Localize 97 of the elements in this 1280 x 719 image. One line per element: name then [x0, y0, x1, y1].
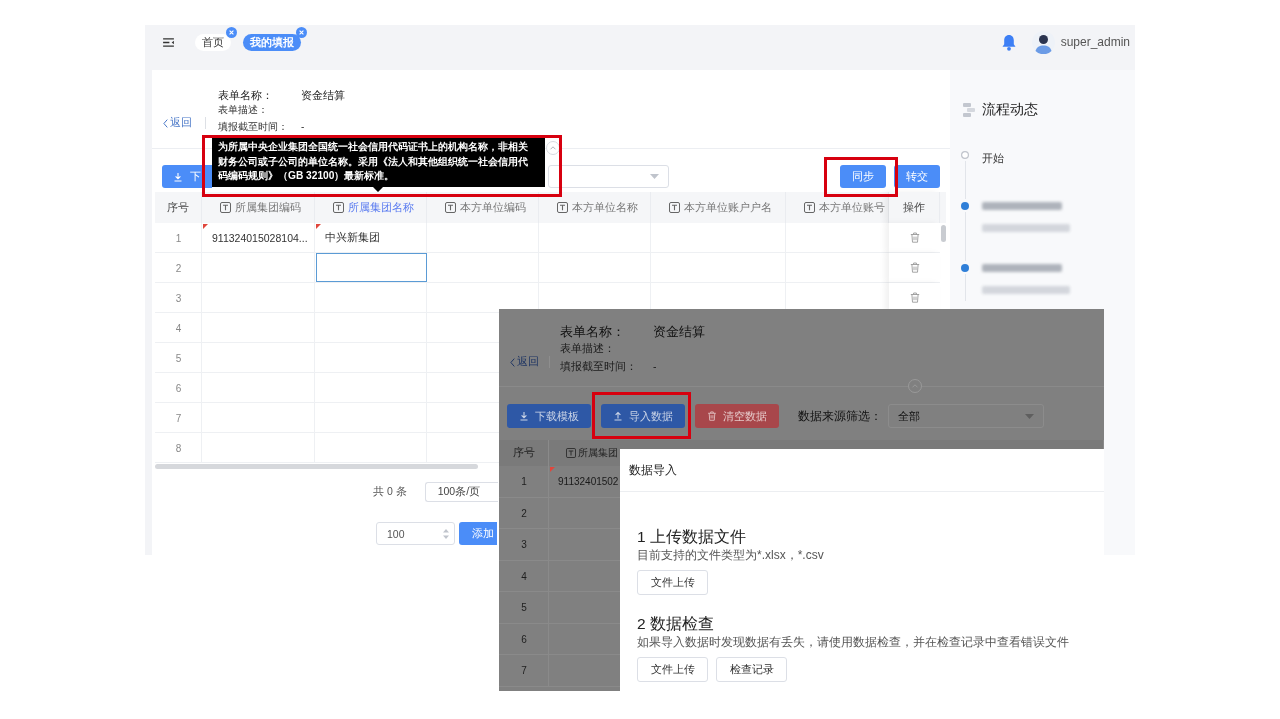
column-header: 本方单位账户户名 [684, 200, 772, 215]
download-icon [173, 171, 183, 182]
layers-icon [963, 103, 975, 117]
field-label: 表单名称： [560, 324, 626, 341]
tab[interactable]: 我的填报 [243, 33, 301, 51]
row-number: 2 [521, 507, 527, 519]
field-value: - [301, 120, 305, 134]
timeline-dot-icon [961, 264, 969, 272]
section-heading: 2 数据检查 [637, 614, 715, 634]
row-number: 6 [175, 382, 182, 394]
timeline-ring-icon [961, 151, 969, 159]
field-value: - [653, 359, 657, 373]
close-icon[interactable] [226, 26, 237, 38]
row-number: 4 [521, 570, 527, 582]
row-number: 6 [521, 633, 527, 645]
text-type-icon [566, 448, 576, 458]
section-description: 目前支持的文件类型为*.xlsx，*.csv [637, 547, 825, 563]
delete-icon[interactable] [909, 262, 920, 273]
source-filter-select[interactable]: 全部 [888, 404, 1044, 428]
field-value: 资金结算 [653, 324, 705, 341]
column-header: 序号 [167, 200, 189, 215]
text-type-icon [445, 202, 456, 213]
tab[interactable]: 首页 [195, 33, 231, 51]
row-number: 2 [175, 262, 182, 274]
action-button[interactable]: 同步 [840, 165, 886, 188]
close-icon[interactable] [296, 26, 307, 38]
download-button[interactable]: 下 [162, 165, 212, 188]
cell-editor[interactable] [316, 253, 427, 282]
column-header: 本方单位账号 [819, 200, 885, 215]
dialog-button[interactable]: 文件上传 [637, 657, 708, 682]
total-count: 共 0 条 [373, 485, 407, 499]
vertical-scrollbar[interactable] [940, 225, 946, 242]
download-button[interactable]: 下载模板 [507, 404, 591, 428]
text-type-icon [220, 202, 231, 213]
row-number: 8 [175, 442, 182, 454]
column-header: 所属集团名称 [348, 200, 414, 215]
spinner-icon[interactable] [443, 527, 449, 540]
text-type-icon [669, 202, 680, 213]
column-header: 本方单位名称 [572, 200, 638, 215]
import-button[interactable]: 导入数据 [601, 404, 685, 428]
delete-icon[interactable] [909, 232, 920, 243]
page-size-select[interactable]: 100条/页 [424, 482, 498, 502]
delete-icon[interactable] [909, 292, 920, 303]
column-header: 序号 [512, 446, 535, 460]
section-description: 如果导入数据时发现数据有丢失，请使用数据检查，并在检查记录中查看错误文件 [637, 634, 1070, 650]
row-number: 1 [521, 476, 527, 488]
dialog-button[interactable]: 检查记录 [716, 657, 787, 682]
horizontal-scrollbar[interactable] [155, 464, 478, 469]
column-header: 本方单位编码 [460, 200, 526, 215]
column-header: 所属集团编码 [235, 200, 301, 215]
text-type-icon [333, 202, 344, 213]
trash-icon [707, 411, 717, 421]
row-number: 3 [521, 539, 527, 551]
row-number: 4 [175, 322, 182, 334]
user-name[interactable]: super_admin [1060, 35, 1130, 49]
column-header: 操作 [903, 200, 925, 215]
filter-label: 数据来源筛选： [798, 407, 882, 425]
dialog-title: 数据导入 [629, 462, 677, 478]
add-row-button[interactable]: 添加 [459, 522, 497, 545]
upload-icon [613, 411, 623, 421]
text-type-icon [804, 202, 815, 213]
table-cell: 911324015028104... [212, 232, 308, 244]
row-number: 7 [521, 665, 527, 677]
table-cell: 91132401502 [558, 476, 619, 488]
chevron-left-icon [163, 118, 168, 128]
caret-down-icon [650, 174, 659, 179]
row-number: 7 [175, 412, 182, 424]
number-input[interactable]: 100 [376, 522, 455, 545]
dialog-button[interactable]: 文件上传 [637, 570, 708, 595]
chevron-left-icon [510, 357, 515, 367]
field-label: 表单名称： [218, 88, 274, 103]
clear-button[interactable]: 清空数据 [695, 404, 779, 428]
timeline-dot-icon [961, 202, 969, 210]
field-label: 填报截至时间： [218, 120, 289, 134]
filter-select[interactable] [548, 165, 669, 188]
row-number: 5 [175, 352, 182, 364]
download-icon [519, 411, 529, 421]
section-heading: 1 上传数据文件 [637, 527, 747, 547]
tooltip: 为所属中央企业集团全国统一社会信用代码证书上的机构名称，非相关财务公司或子公司的单位名称。采用《法人和其他组织统一社会信用代码编码规则》（GB 32100）最新标准。 [212, 135, 545, 192]
back-link[interactable]: 返回 [510, 355, 539, 369]
row-number: 1 [175, 232, 182, 244]
action-button[interactable]: 转交 [894, 165, 940, 188]
timeline-label: 开始 [982, 152, 1004, 164]
row-number: 3 [175, 292, 182, 304]
text-type-icon [557, 202, 568, 213]
table-cell: 中兴新集团 [325, 231, 380, 245]
caret-down-icon [1025, 413, 1034, 419]
field-label: 填报截至时间： [560, 359, 638, 373]
field-label: 表单描述： [560, 341, 616, 355]
field-label: 表单描述： [218, 103, 269, 117]
panel-title: 流程动态 [982, 101, 1038, 119]
column-header: 所属集团 [578, 446, 618, 460]
row-number: 5 [521, 602, 527, 614]
field-value: 资金结算 [301, 88, 345, 103]
back-link[interactable]: 返回 [163, 116, 192, 130]
bell-icon[interactable] [1000, 33, 1017, 51]
menu-icon[interactable] [163, 37, 174, 47]
